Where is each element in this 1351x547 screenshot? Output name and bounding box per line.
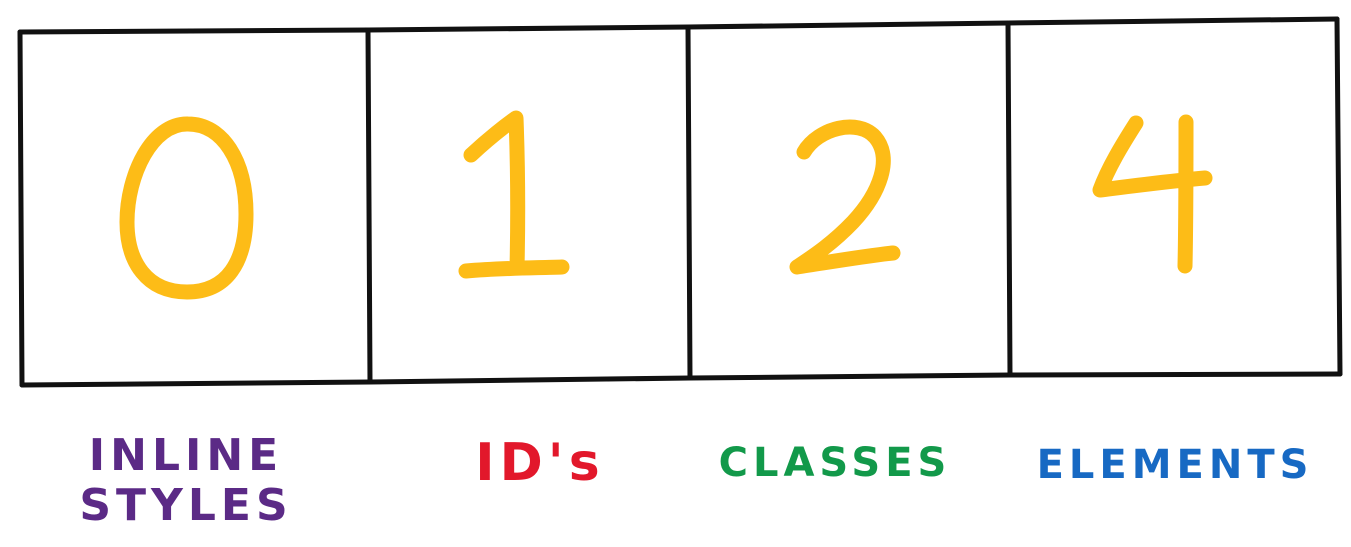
digit-1	[458, 110, 570, 279]
digit-4	[1092, 114, 1213, 274]
digit-4-text: 4	[1160, 209, 1161, 211]
label-inline: INLINE	[89, 430, 283, 481]
label-classes: CLASSES	[719, 440, 952, 486]
digit-2	[789, 119, 901, 275]
label-elements: ELEMENTS	[1037, 442, 1314, 488]
grid-divider-2	[685, 24, 693, 381]
grid-divider-3	[1005, 20, 1013, 378]
box-classes: 2	[789, 119, 901, 275]
box-inline-styles: 0	[119, 116, 254, 300]
digit-0	[119, 116, 254, 300]
label-ids: ID's	[475, 433, 604, 493]
labels: INLINE STYLES ID's CLASSES ELEMENTS	[79, 430, 1314, 531]
digit-2-text: 2	[845, 209, 846, 211]
box-grid	[17, 16, 1343, 388]
grid-left-border	[17, 29, 25, 388]
digit-0-text: 0	[187, 209, 188, 211]
label-styles: STYLES	[79, 480, 292, 531]
box-ids: 1	[458, 110, 570, 279]
grid-bottom-border	[19, 371, 1343, 388]
grid-top-border	[17, 16, 1340, 35]
specificity-diagram: 0 1 2 4 INLINE STYLES ID's CLASSES ELEME…	[17, 16, 1343, 531]
box-elements: 4	[1092, 114, 1213, 274]
grid-divider-1	[365, 27, 373, 385]
grid-right-border	[1334, 16, 1343, 377]
